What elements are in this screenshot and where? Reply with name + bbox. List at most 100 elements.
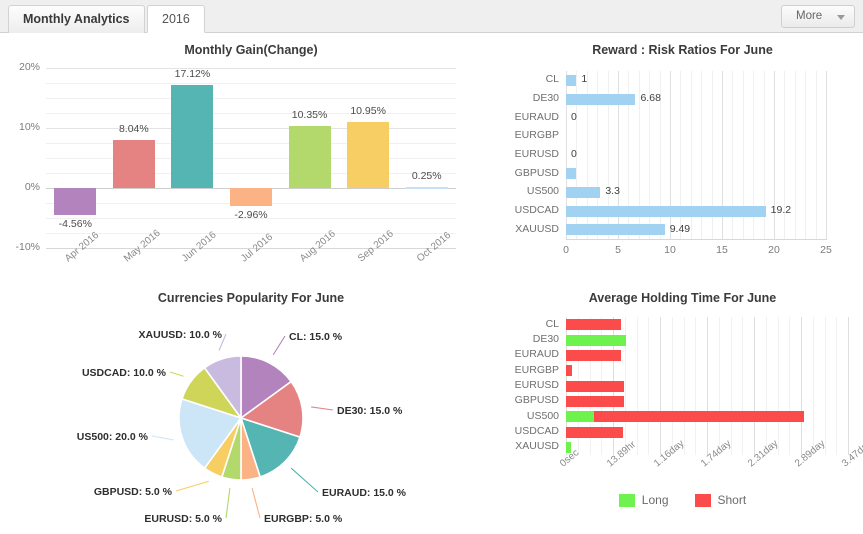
bar-jun-2016 (171, 85, 214, 188)
panel-holding-time: Average Holding Time For June CL DE30 EURA… (502, 281, 863, 534)
x-axis-tick-label: 2.89day (793, 438, 828, 470)
y-axis-tick-label: 10% (18, 121, 40, 133)
more-button-label: More (796, 10, 823, 22)
bar-long-us500 (566, 411, 595, 423)
y-axis-tick-label: CL (545, 317, 559, 330)
legend-swatch-long (618, 493, 635, 507)
legend-label: Short (717, 493, 747, 507)
gridline (742, 317, 744, 455)
gridline (765, 317, 767, 455)
tab-2016[interactable]: 2016 (147, 5, 205, 33)
pie-leader-line (169, 371, 184, 377)
pie-label-euraud: EURAUD: 15.0 % (322, 487, 407, 499)
pie-label-eurusd: EURUSD: 5.0 % (144, 513, 222, 525)
gridline (812, 317, 814, 455)
pie-label-eurgbp: EURGBP: 5.0 % (264, 513, 343, 525)
gridline (777, 317, 779, 455)
pie-leader-line (290, 467, 319, 493)
pie-label-gbpusd: GBPUSD: 5.0 % (93, 486, 172, 498)
bar-gbpusd (566, 168, 577, 180)
bar-long-de30 (566, 334, 627, 346)
bar-value-label: 19.2 (770, 204, 792, 216)
gridline (824, 317, 826, 455)
panel-monthly-gain: Monthly Gain(Change) -10% 0% 10% 20% -4.56% A… (0, 33, 502, 281)
bar-value-label: 6.68 (640, 92, 661, 104)
gridline (636, 317, 638, 455)
pie-label-usdcad: USDCAD: 10.0 % (81, 367, 166, 379)
gridline (794, 71, 796, 239)
x-axis-tick-label: 5 (615, 244, 621, 256)
y-axis-tick-label: 0% (24, 181, 40, 193)
chart-reward-risk: CL 1 DE30 6.68 EURAUD 0 EURGBP EURUSD 0 GBPUSD US5… (502, 33, 863, 281)
bar-short-gbpusd (566, 395, 624, 407)
x-axis-tick-label: 20 (768, 244, 780, 256)
gridline (46, 83, 456, 84)
x-axis-tick-label: 15 (716, 244, 728, 256)
y-axis-tick-label: USDCAD (514, 425, 559, 437)
gridline (46, 68, 456, 69)
pie-leader-line (272, 335, 286, 356)
y-axis-tick-label: XAUUSD (515, 222, 559, 235)
gridline (805, 71, 807, 239)
legend-swatch-short (694, 493, 711, 507)
pie-label-us500: US500: 20.0 % (76, 431, 148, 443)
x-axis-tick-label: Jun 2016 (180, 229, 220, 265)
bar-value-label: 3.3 (605, 185, 620, 198)
legend-item-short[interactable]: Short (694, 493, 747, 507)
bar-value-label: 1 (581, 73, 588, 86)
y-axis-tick-label: EURUSD (514, 148, 559, 160)
pie-leader-line (311, 406, 334, 411)
y-axis-tick-label: EURAUD (514, 110, 559, 123)
y-axis-tick-label: GBPUSD (514, 166, 559, 179)
bar-value-label: 9.49 (669, 222, 691, 235)
gridline (46, 233, 456, 234)
x-axis-tick-label: 3.47day (840, 438, 863, 470)
bar-aug-2016 (288, 125, 331, 188)
bar-value-label: -4.56% (58, 218, 92, 231)
y-axis-tick-label: XAUUSD (515, 440, 559, 453)
y-axis-tick-label: CL (545, 73, 559, 86)
chart-currencies-pie: CL: 15.0 % DE30: 15.0 % EURAUD: 15.0 % EURG… (0, 281, 502, 534)
y-axis-tick-label: DE30 (532, 92, 559, 104)
x-axis-tick-label: 10 (664, 244, 676, 256)
x-axis-tick-label: 2.31day (746, 438, 781, 470)
gridline (707, 317, 708, 455)
chart-monthly-gain: -10% 0% 10% 20% -4.56% Apr 2016 8.04% May 2016 1… (0, 33, 502, 281)
bar-xauusd (566, 224, 665, 236)
bar-value-label: 8.04% (118, 122, 149, 135)
y-axis-tick-label: US500 (526, 185, 559, 198)
gridline (801, 317, 802, 455)
gridline (836, 317, 838, 455)
bar-cl (566, 74, 577, 86)
y-axis-tick-label: EURAUD (514, 348, 559, 361)
gridline (46, 143, 456, 144)
bar-oct-2016 (405, 186, 448, 189)
bar-jul-2016 (230, 188, 272, 206)
pie-label-xauusd: XAUUSD: 10.0 % (138, 329, 222, 341)
chevron-down-icon (837, 15, 845, 20)
bar-short-us500 (594, 411, 805, 423)
y-axis-tick-label: USDCAD (514, 204, 559, 216)
legend-label: Long (641, 493, 669, 507)
bar-value-label: -2.96% (234, 208, 268, 221)
gridline (695, 317, 697, 455)
analytics-dashboard: Monthly Analytics 2016 More Monthly Gain… (0, 0, 863, 534)
more-button[interactable]: More (781, 5, 855, 28)
gridline (648, 317, 650, 455)
y-axis-tick-label: DE30 (532, 333, 559, 345)
bar-usdcad (566, 205, 766, 217)
gridline (789, 317, 791, 455)
gridline (683, 317, 685, 455)
gridline (671, 317, 673, 455)
bar-apr-2016 (54, 188, 97, 216)
legend-item-long[interactable]: Long (618, 493, 669, 507)
bar-value-label: 0 (571, 110, 577, 123)
x-axis-tick-label: 0 (563, 244, 569, 256)
gridline (848, 317, 849, 455)
pie-leader-line (251, 487, 261, 519)
x-axis-tick-label: 0sec (558, 447, 582, 470)
gridline (718, 317, 720, 455)
y-axis-tick-label: EURGBP (514, 363, 559, 376)
x-axis-tick-label: 1.16day (652, 438, 687, 470)
y-axis-tick-label: EURGBP (514, 129, 559, 142)
